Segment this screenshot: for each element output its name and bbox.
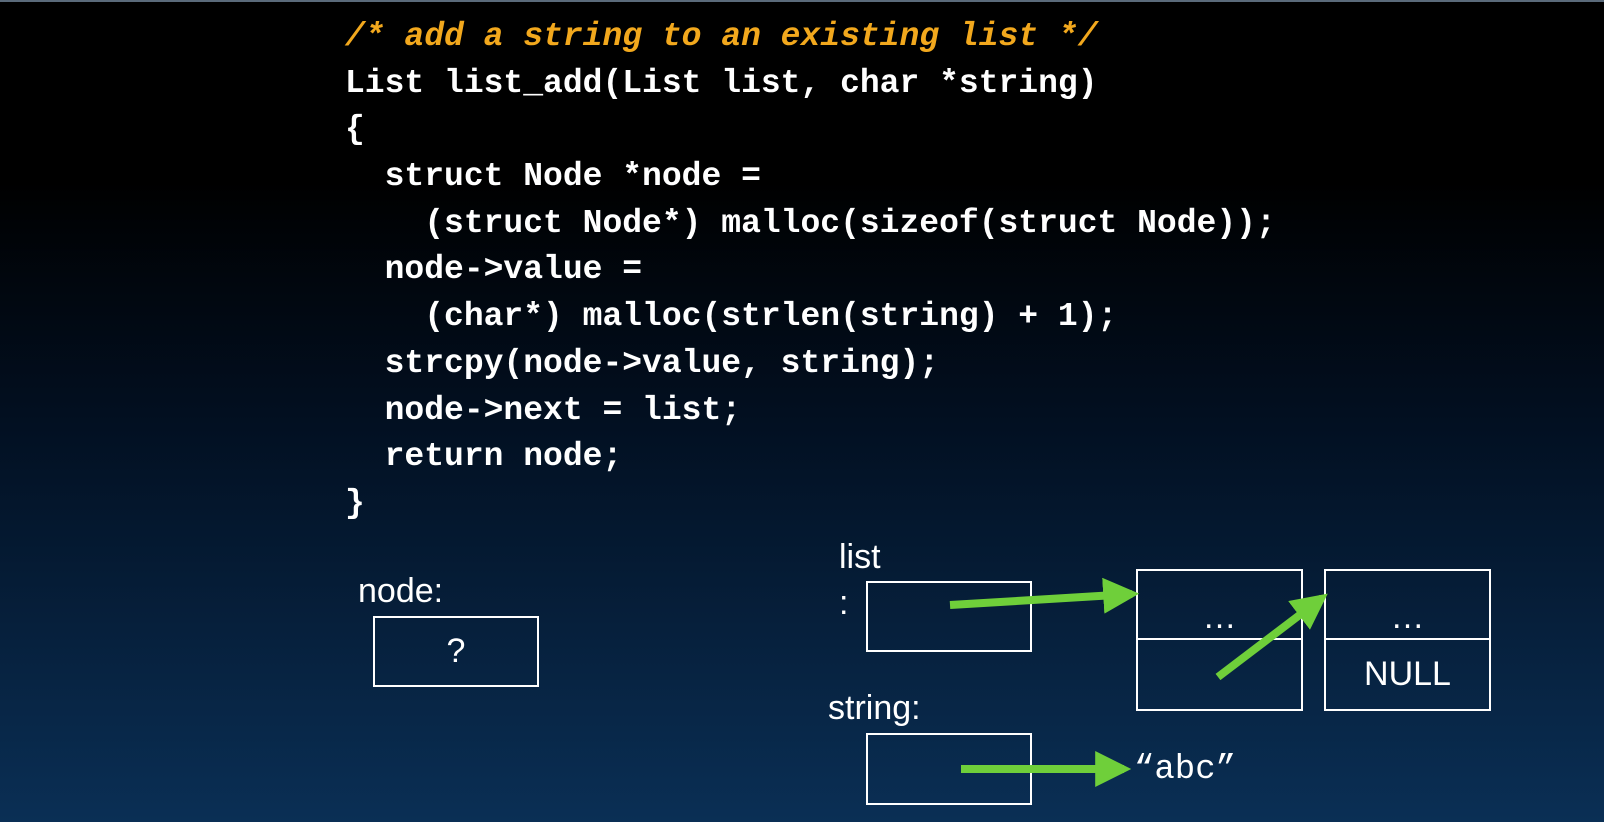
- list-pointer-arrow: [949, 577, 1140, 614]
- pointer-arrows: [949, 577, 1328, 787]
- next-pointer-arrow: [1215, 593, 1328, 681]
